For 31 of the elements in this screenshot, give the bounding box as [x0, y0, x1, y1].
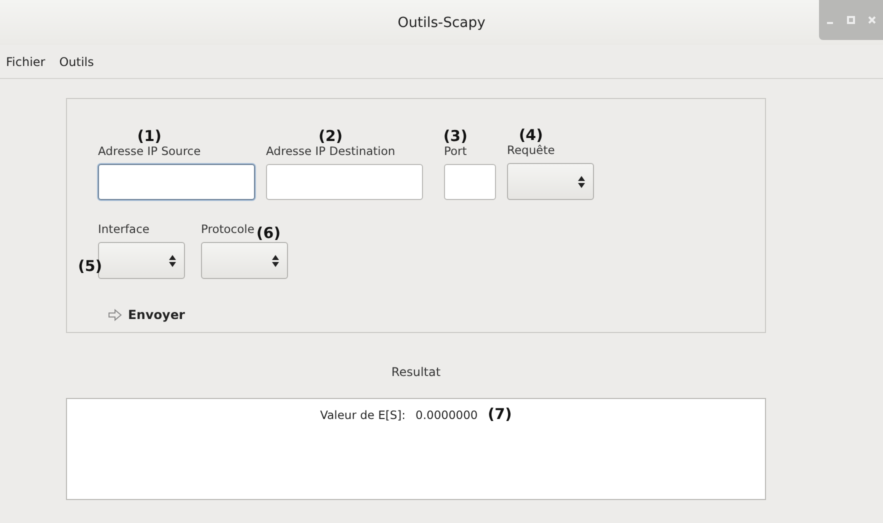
annotation-number: (2)	[318, 127, 343, 145]
annotation-number: (7)	[488, 405, 512, 423]
select-arrows-icon	[272, 254, 279, 266]
text-field[interactable]	[266, 164, 423, 200]
arrow-icon	[108, 308, 122, 322]
annotation-number: (1)	[137, 127, 162, 145]
maximize-icon[interactable]	[844, 14, 857, 26]
window-title: Outils-Scapy	[398, 14, 486, 30]
result-label: Valeur de E[S]:	[320, 408, 406, 422]
field-label: Adresse IP Destination	[266, 144, 396, 158]
annotation-number: (4)	[518, 126, 543, 144]
text-field[interactable]	[444, 164, 496, 200]
send-button[interactable]: Envoyer	[108, 307, 185, 322]
annotation-number: (5)	[78, 257, 102, 275]
select-arrows-icon	[578, 176, 585, 188]
annotation-number: (3)	[443, 127, 468, 145]
field-label: Requête	[507, 143, 555, 157]
text-field[interactable]	[98, 164, 255, 200]
result-value: 0.0000000	[416, 408, 478, 422]
result-title: Resultat	[391, 365, 441, 379]
dropdown[interactable]	[201, 242, 288, 279]
field-label: Protocole	[201, 222, 254, 236]
annotation-number: (6)	[256, 224, 281, 242]
field-label: Port	[444, 144, 467, 158]
field-label: Adresse IP Source	[98, 144, 201, 158]
select-arrows-icon	[169, 254, 176, 266]
menu-item[interactable]: Fichier	[6, 54, 46, 68]
field-label: Interface	[98, 222, 150, 236]
menu-item[interactable]: Outils	[59, 54, 94, 68]
close-icon[interactable]	[866, 14, 878, 26]
dropdown[interactable]	[507, 163, 594, 200]
